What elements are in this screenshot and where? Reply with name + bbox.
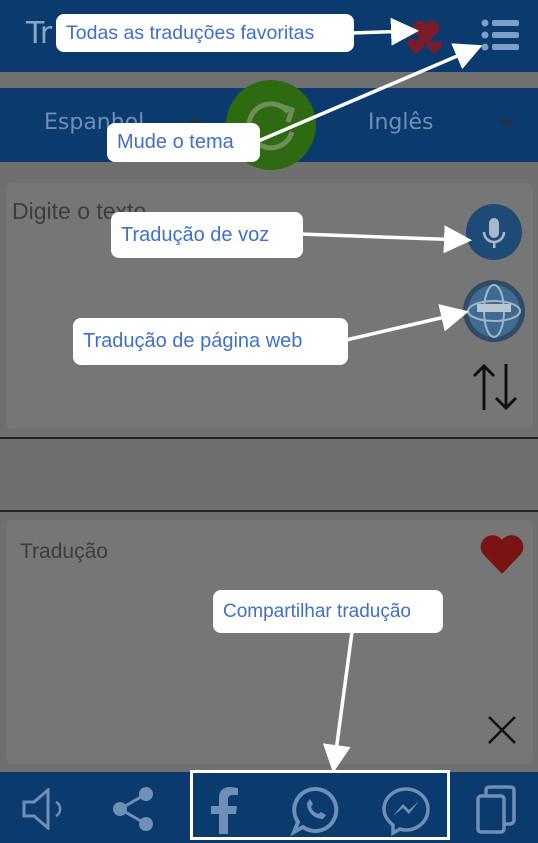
callout-web: Tradução de página web bbox=[73, 318, 348, 365]
callout-share: Compartilhar tradução bbox=[213, 590, 443, 633]
callout-favorites: Todas as traduções favoritas bbox=[56, 14, 354, 52]
tutorial-arrows bbox=[255, 17, 483, 773]
callout-theme: Mude o tema bbox=[107, 123, 260, 162]
callout-voice: Tradução de voz bbox=[111, 212, 303, 258]
